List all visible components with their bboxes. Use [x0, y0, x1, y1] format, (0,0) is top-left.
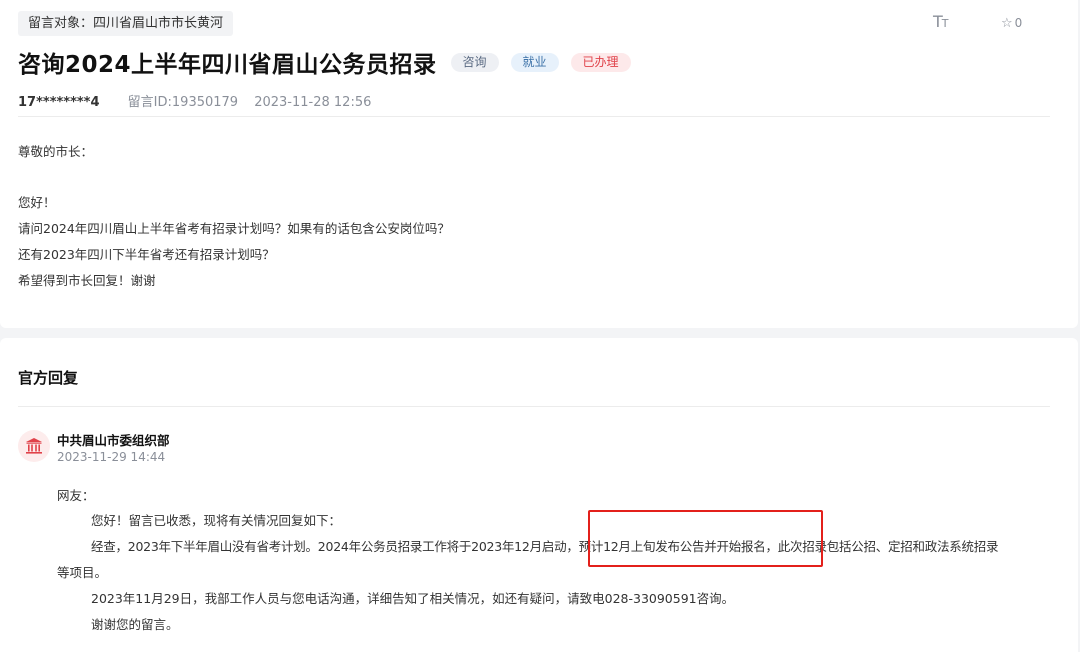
message-id: 留言ID:19350179: [127, 95, 239, 110]
title-row: 咨询2024上半年四川省眉山公务员招录 咨询 就业 已办理: [18, 45, 631, 79]
status-badge: 已办理: [570, 52, 631, 72]
author-id: 17********4: [18, 95, 100, 110]
divider: [18, 116, 1050, 117]
message-target: 留言对象：四川省眉山市市长黄河: [18, 11, 234, 36]
reply-datetime: 2023-11-29 14:44: [57, 450, 166, 464]
reply-line: 您好！留言已收悉，现将有关情况回复如下：: [91, 513, 342, 528]
divider: [18, 406, 1050, 407]
reply-line: 谢谢您的留言。: [91, 617, 179, 632]
favorite-button[interactable]: ☆ 0: [1001, 16, 1022, 31]
tag-category: 咨询: [450, 52, 499, 72]
reply-salutation: 网友：: [57, 488, 95, 503]
star-icon: ☆: [1001, 16, 1013, 31]
favorite-count: 0: [1014, 16, 1023, 30]
message-line: 您好！: [18, 195, 56, 210]
reply-org-name: 中共眉山市委组织部: [57, 433, 170, 448]
font-size-icon[interactable]: TT: [933, 12, 948, 31]
reply-heading: 官方回复: [18, 369, 79, 387]
message-line: 请问2024年四川眉山上半年省考有招录计划吗？如果有的话包含公安岗位吗？: [18, 221, 450, 236]
reply-line: 2023年11月29日，我部工作人员与您电话沟通，详细告知了相关情况，如还有疑问…: [91, 591, 735, 606]
avatar: [18, 430, 50, 462]
reply-line: 经查，2023年下半年眉山没有省考计划。2024年公务员招录工作将于2023年1…: [91, 539, 999, 554]
government-building-icon: [26, 438, 42, 454]
message-meta: 17********4 留言ID:19350179 2023-11-28 12:…: [18, 91, 371, 110]
reply-line: 等项目。: [57, 565, 108, 580]
tag-field: 就业: [510, 52, 559, 72]
message-line: 希望得到市长回复！谢谢: [18, 273, 156, 288]
highlight-annotation-box: [588, 510, 823, 567]
message-card: 留言对象：四川省眉山市市长黄河 TT ☆ 0 咨询2024上半年四川省眉山公务员招…: [0, 0, 1078, 328]
page-title: 咨询2024上半年四川省眉山公务员招录: [18, 52, 437, 78]
message-line: 尊敬的市长：: [18, 144, 94, 159]
reply-card: 官方回复 中共眉山市委组织部 2023-11-29 14:44 网友： 您好！留…: [0, 338, 1078, 652]
message-line: 还有2023年四川下半年省考还有招录计划吗？: [18, 247, 275, 262]
message-datetime: 2023-11-28 12:56: [254, 95, 372, 110]
